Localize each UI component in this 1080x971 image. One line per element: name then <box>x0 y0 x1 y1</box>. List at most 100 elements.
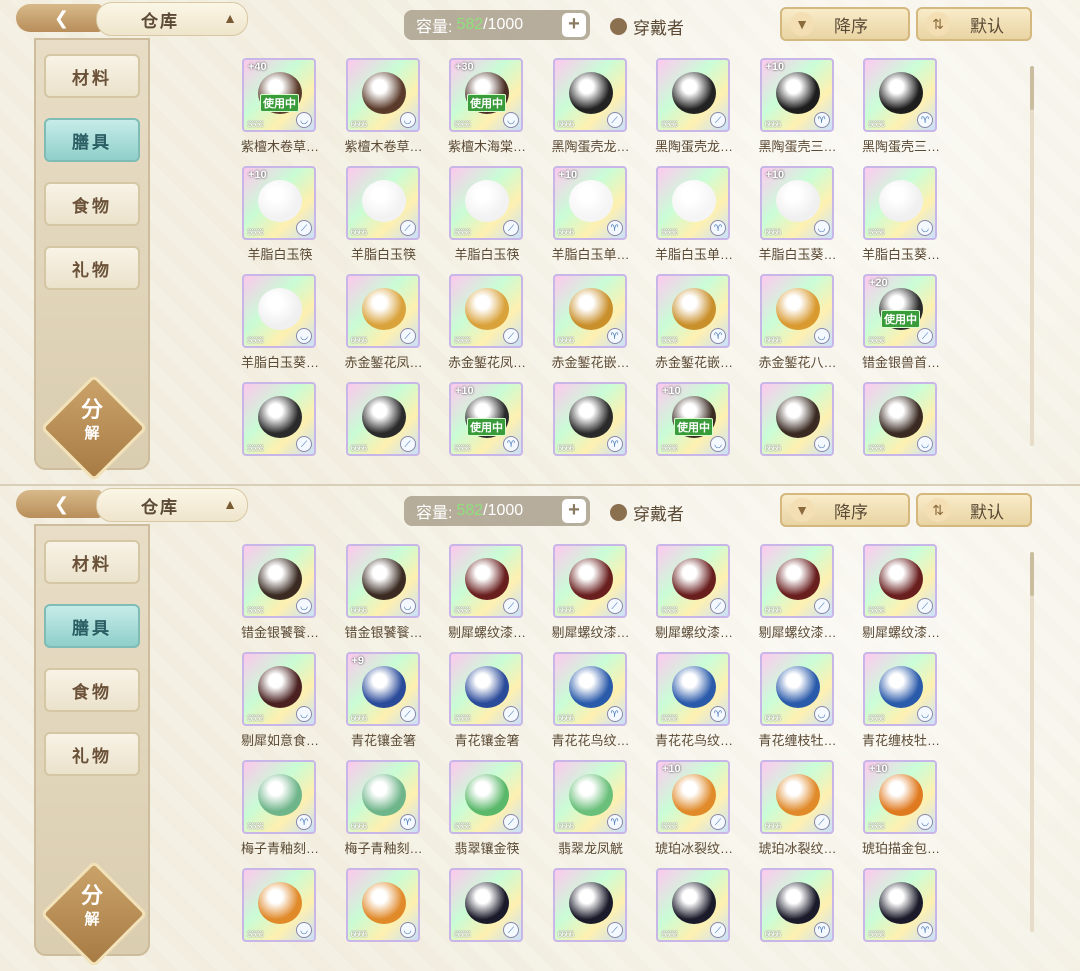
inventory-slot[interactable]: 6666 ◡ 青花缠枝牡… <box>754 652 854 756</box>
item-card[interactable]: 6666 ♈ <box>656 274 730 348</box>
inventory-slot[interactable]: 6666 ⟋ 赤金錾花凤… <box>340 274 440 378</box>
expand-capacity-button[interactable]: + <box>562 499 586 523</box>
item-card[interactable]: +10 使用中 6666 ◡ <box>656 382 730 456</box>
inventory-slot[interactable]: 6666 ♈ 赤金錾花嵌… <box>650 274 750 378</box>
item-card[interactable]: 6666 ♈ <box>552 382 627 456</box>
inventory-slot[interactable]: 6666 ⟋ 剔犀螺纹漆… <box>650 544 750 648</box>
inventory-slot[interactable]: 6666 ♈ <box>547 382 647 485</box>
item-card[interactable]: 6666 ◡ <box>759 274 834 348</box>
inventory-slot[interactable]: +10 6666 ⟋ 羊脂白玉筷 <box>236 166 336 270</box>
item-card[interactable]: 6666 ♈ <box>656 652 730 726</box>
inventory-slot[interactable]: 6666 ♈ 梅子青釉刻… <box>340 760 440 864</box>
item-card[interactable]: 6666 ◡ <box>863 382 937 456</box>
item-card[interactable]: 6666 ⟋ <box>656 58 730 132</box>
item-card[interactable]: 6666 ◡ <box>242 868 316 942</box>
item-card[interactable]: 6666 ⟋ <box>449 166 523 240</box>
sort-mode-button[interactable]: ⇅ 默认 <box>916 7 1032 41</box>
item-card[interactable]: +40 使用中 6666 ◡ <box>242 58 316 132</box>
item-card[interactable]: +9 6666 ⟋ <box>345 652 420 726</box>
scrollbar-thumb[interactable] <box>1030 66 1034 110</box>
item-card[interactable]: 6666 ♈ <box>242 760 316 834</box>
inventory-slot[interactable]: +30 使用中 6666 ◡ 紫檀木海棠… <box>443 58 543 162</box>
inventory-slot[interactable]: 6666 ♈ <box>754 868 854 971</box>
item-card[interactable]: 6666 ⟋ <box>345 382 420 456</box>
tab-gifts[interactable]: 礼物 <box>44 732 140 776</box>
inventory-slot[interactable]: +10 使用中 6666 ♈ <box>443 382 543 485</box>
tab-food[interactable]: 食物 <box>44 668 140 712</box>
item-card[interactable]: 6666 ♈ <box>552 274 627 348</box>
inventory-slot[interactable]: 6666 ⟋ 黑陶蛋壳龙… <box>650 58 750 162</box>
item-card[interactable]: 6666 ◡ <box>345 544 420 618</box>
item-card[interactable]: 6666 ◡ <box>242 274 316 348</box>
inventory-slot[interactable]: 6666 ♈ 黑陶蛋壳三… <box>857 58 957 162</box>
expand-capacity-button[interactable]: + <box>562 13 586 37</box>
item-card[interactable]: +10 6666 ⟋ <box>656 760 730 834</box>
sort-order-button[interactable]: ▼ 降序 <box>780 7 910 41</box>
item-card[interactable]: 6666 ⟋ <box>345 166 420 240</box>
sort-order-button[interactable]: ▼ 降序 <box>780 493 910 527</box>
inventory-slot[interactable]: 6666 ♈ 翡翠龙凤觥 <box>547 760 647 864</box>
inventory-slot[interactable]: 6666 ⟋ 羊脂白玉筷 <box>340 166 440 270</box>
tab-tableware[interactable]: 膳具 <box>44 118 140 162</box>
item-card[interactable]: +10 6666 ♈ <box>552 166 627 240</box>
back-button[interactable]: ❮ <box>16 4 102 32</box>
scrollbar-track[interactable] <box>1030 552 1034 932</box>
wearer-toggle[interactable]: 穿戴者 <box>610 14 684 39</box>
item-card[interactable]: 6666 ◡ <box>345 58 420 132</box>
inventory-slot[interactable]: 6666 ♈ 赤金錾花嵌… <box>547 274 647 378</box>
inventory-slot[interactable]: 6666 ⟋ <box>650 868 750 971</box>
item-card[interactable]: 6666 ⟋ <box>552 544 627 618</box>
item-card[interactable]: 6666 ⟋ <box>552 868 627 942</box>
tab-gifts[interactable]: 礼物 <box>44 246 140 290</box>
scrollbar-thumb[interactable] <box>1030 552 1034 596</box>
inventory-slot[interactable]: +10 6666 ◡ 羊脂白玉葵… <box>754 166 854 270</box>
inventory-slot[interactable]: 6666 ◡ 赤金錾花八… <box>754 274 854 378</box>
item-card[interactable]: 6666 ♈ <box>345 760 420 834</box>
inventory-slot[interactable]: 6666 ♈ 羊脂白玉单… <box>650 166 750 270</box>
item-card[interactable]: 6666 ♈ <box>863 58 937 132</box>
inventory-slot[interactable]: 6666 ◡ 错金银饕餮… <box>340 544 440 648</box>
item-card[interactable]: 6666 ♈ <box>552 652 627 726</box>
inventory-slot[interactable]: 6666 ♈ 青花花鸟纹… <box>547 652 647 756</box>
inventory-slot[interactable]: 6666 ◡ <box>340 868 440 971</box>
inventory-slot[interactable]: 6666 ◡ <box>754 382 854 485</box>
inventory-slot[interactable]: 6666 ⟋ 翡翠镶金筷 <box>443 760 543 864</box>
inventory-slot[interactable]: 6666 ◡ <box>236 868 336 971</box>
item-card[interactable]: 6666 ♈ <box>863 868 937 942</box>
item-card[interactable]: +30 使用中 6666 ◡ <box>449 58 523 132</box>
inventory-slot[interactable]: +20 使用中 6666 ⟋ 错金银兽首… <box>857 274 957 378</box>
item-card[interactable]: 6666 ♈ <box>759 868 834 942</box>
inventory-slot[interactable]: 6666 ◡ 错金银饕餮… <box>236 544 336 648</box>
inventory-slot[interactable]: 6666 ◡ 紫檀木卷草… <box>340 58 440 162</box>
inventory-slot[interactable]: 6666 ♈ 梅子青釉刻… <box>236 760 336 864</box>
item-card[interactable]: +10 6666 ◡ <box>759 166 834 240</box>
item-card[interactable]: 6666 ⟋ <box>449 274 523 348</box>
back-button[interactable]: ❮ <box>16 490 102 518</box>
item-card[interactable]: +10 6666 ◡ <box>863 760 937 834</box>
inventory-slot[interactable]: +9 6666 ⟋ 青花镶金箸 <box>340 652 440 756</box>
wearer-toggle[interactable]: 穿戴者 <box>610 500 684 525</box>
inventory-slot[interactable]: 6666 ⟋ <box>547 868 647 971</box>
inventory-slot[interactable]: +10 6666 ◡ 琥珀描金包… <box>857 760 957 864</box>
item-card[interactable]: 6666 ◡ <box>863 652 937 726</box>
inventory-slot[interactable]: 6666 ◡ 羊脂白玉葵… <box>236 274 336 378</box>
inventory-slot[interactable]: 6666 ◡ 羊脂白玉葵… <box>857 166 957 270</box>
item-card[interactable]: 6666 ♈ <box>552 760 627 834</box>
inventory-slot[interactable]: 6666 ⟋ 剔犀螺纹漆… <box>754 544 854 648</box>
inventory-slot[interactable]: 6666 ⟋ 剔犀螺纹漆… <box>443 544 543 648</box>
tab-materials[interactable]: 材料 <box>44 540 140 584</box>
item-card[interactable]: +10 6666 ♈ <box>759 58 834 132</box>
item-card[interactable]: 6666 ⟋ <box>552 58 627 132</box>
tab-food[interactable]: 食物 <box>44 182 140 226</box>
scrollbar-track[interactable] <box>1030 66 1034 446</box>
inventory-slot[interactable]: 6666 ⟋ 剔犀螺纹漆… <box>857 544 957 648</box>
tab-materials[interactable]: 材料 <box>44 54 140 98</box>
item-card[interactable]: 6666 ◡ <box>242 652 316 726</box>
item-card[interactable]: 6666 ◡ <box>863 166 937 240</box>
item-card[interactable]: 6666 ⟋ <box>449 868 523 942</box>
inventory-slot[interactable]: +10 6666 ♈ 黑陶蛋壳三… <box>754 58 854 162</box>
item-card[interactable]: 6666 ⟋ <box>656 868 730 942</box>
item-card[interactable]: 6666 ⟋ <box>449 760 523 834</box>
inventory-slot[interactable]: 6666 ◡ 青花缠枝牡… <box>857 652 957 756</box>
inventory-slot[interactable]: +40 使用中 6666 ◡ 紫檀木卷草… <box>236 58 336 162</box>
